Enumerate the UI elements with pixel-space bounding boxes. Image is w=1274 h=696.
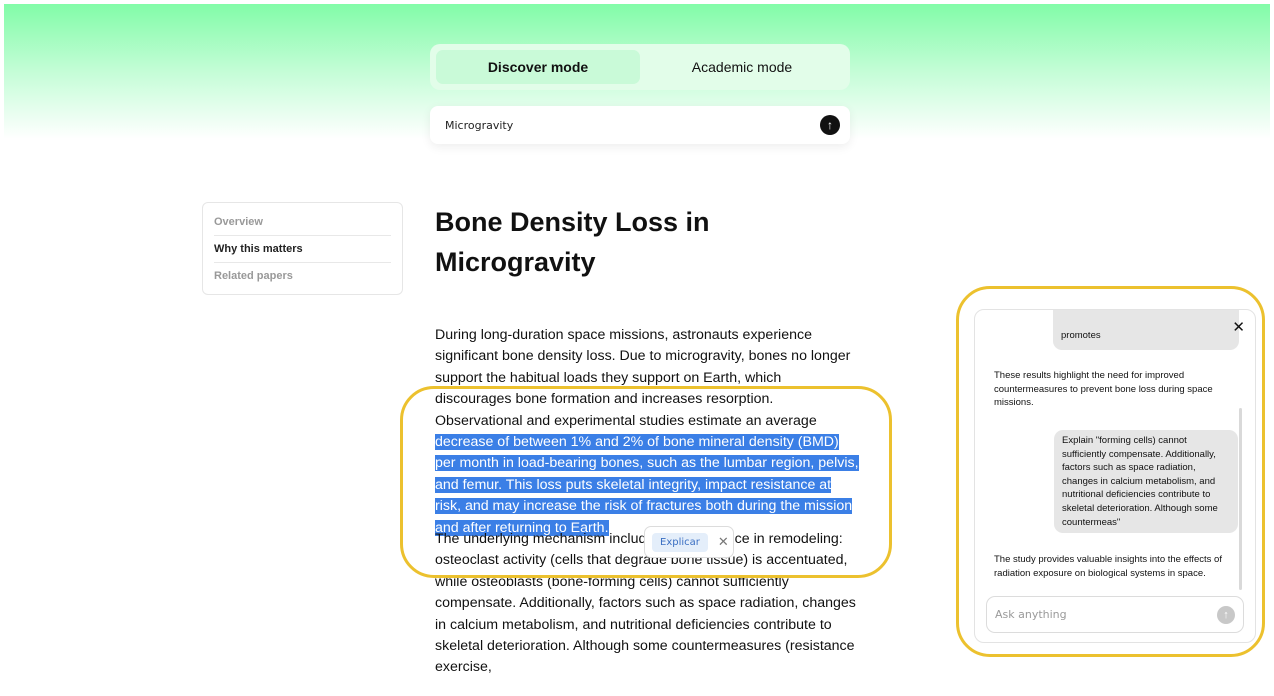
chat-user-message-partial: promotes bbox=[1053, 310, 1239, 350]
search-input[interactable] bbox=[445, 118, 820, 132]
mode-switch: Discover mode Academic mode bbox=[430, 44, 850, 90]
message-text: promotes bbox=[1061, 330, 1101, 341]
chat-user-message: Explain "forming cells) cannot sufficien… bbox=[1054, 430, 1238, 534]
academic-mode-tab[interactable]: Academic mode bbox=[640, 50, 844, 84]
article-paragraph-1: During long-duration space missions, ast… bbox=[435, 325, 860, 539]
chat-panel: promotes ✕ These results highlight the n… bbox=[974, 309, 1256, 643]
close-icon[interactable]: ✕ bbox=[1232, 320, 1245, 335]
explain-popup: Explicar ✕ bbox=[644, 526, 734, 558]
toc-item-related-papers[interactable]: Related papers bbox=[214, 263, 391, 289]
toc-item-why-this-matters[interactable]: Why this matters bbox=[214, 236, 391, 263]
chat-input-box: ↑ bbox=[986, 596, 1244, 633]
article-title: Bone Density Loss in Microgravity bbox=[435, 207, 710, 277]
selected-text[interactable]: decrease of between 1% and 2% of bone mi… bbox=[435, 434, 859, 536]
search-bar: ↑ bbox=[430, 106, 850, 144]
paragraph-text: During long-duration space missions, ast… bbox=[435, 327, 851, 429]
toc-item-overview[interactable]: Overview bbox=[214, 209, 391, 236]
chat-input[interactable] bbox=[995, 608, 1217, 621]
chat-ai-message: The study provides valuable insights int… bbox=[994, 554, 1222, 579]
arrow-up-icon: ↑ bbox=[1223, 608, 1229, 621]
discover-mode-tab[interactable]: Discover mode bbox=[436, 50, 640, 84]
explain-button[interactable]: Explicar bbox=[652, 532, 708, 552]
chat-send-button[interactable]: ↑ bbox=[1217, 605, 1235, 624]
close-icon[interactable]: ✕ bbox=[718, 534, 729, 550]
chat-scrollbar[interactable] bbox=[1239, 408, 1242, 590]
chat-ai-message: These results highlight the need for imp… bbox=[994, 370, 1213, 409]
search-submit-button[interactable]: ↑ bbox=[820, 115, 840, 135]
table-of-contents: Overview Why this matters Related papers bbox=[202, 202, 403, 295]
arrow-up-icon: ↑ bbox=[827, 118, 833, 132]
